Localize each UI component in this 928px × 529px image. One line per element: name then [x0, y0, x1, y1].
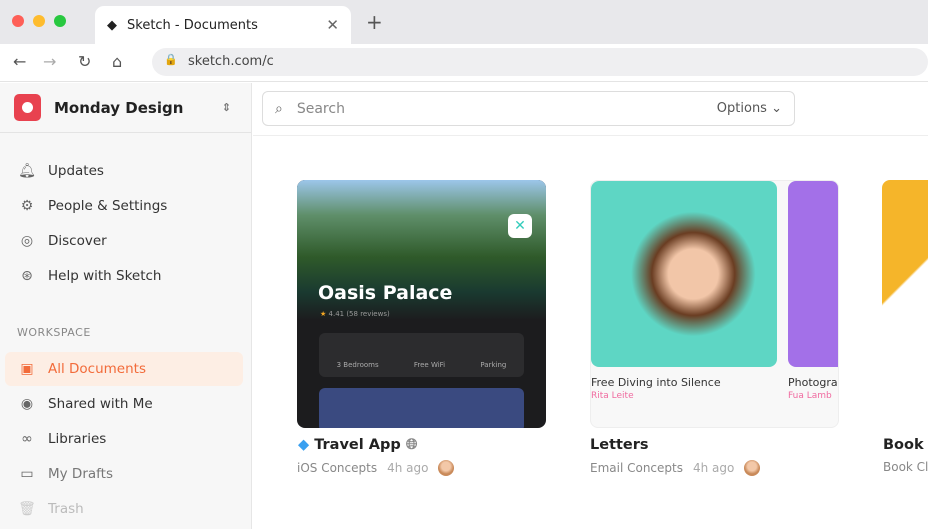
globe-icon: 🌐︎: [405, 437, 418, 453]
bell-icon: 🔔︎: [18, 163, 36, 179]
drafts-icon: ▭: [20, 466, 34, 482]
lock-icon: 🔒: [164, 53, 178, 66]
minimize-window-button[interactable]: [33, 15, 45, 27]
section-heading: WORKSPACE: [17, 326, 91, 339]
time: 4h ago: [387, 461, 429, 475]
sidebar-item-updates[interactable]: 🔔︎ Updates: [5, 154, 243, 188]
search-icon: ⌕: [275, 100, 283, 117]
url-field[interactable]: 🔒 sketch.com/c: [152, 48, 928, 76]
preview-map: [319, 388, 524, 428]
label: Trash: [48, 501, 84, 517]
divider: [253, 135, 928, 136]
browser-tab-bar: ◆ Sketch - Documents ✕ +: [0, 0, 928, 44]
user-icon: ◉: [20, 396, 34, 412]
preview-author: Fua Lamb: [788, 391, 832, 401]
label: Libraries: [48, 431, 107, 447]
project: Book Cl: [883, 460, 928, 474]
document-card-letters[interactable]: Free Diving into Silence Rita Leite Phot…: [590, 180, 839, 428]
sidebar: Monday Design ⇕ 🔔︎ Updates ⚙ People & Setti…: [0, 83, 252, 529]
sidebar-item-libraries[interactable]: ∞ Libraries: [5, 422, 243, 456]
forward-icon[interactable]: →: [43, 52, 56, 71]
new-tab-button[interactable]: +: [366, 10, 383, 34]
sketch-diamond-icon: ◆: [107, 17, 117, 33]
preview-heading: Oasis Palace: [318, 282, 453, 304]
document-card-travel-app[interactable]: ✕ Oasis Palace ★ 4.41 (58 reviews) 3 Bed…: [297, 180, 546, 428]
preview-caption: Free Diving into Silence: [591, 376, 721, 389]
document-card-book[interactable]: [882, 180, 928, 428]
sketch-diamond-icon: ◆: [298, 437, 310, 453]
home-icon[interactable]: ⌂: [112, 52, 122, 71]
search-input[interactable]: ⌕ Search Options ⌄: [262, 91, 795, 126]
compass-icon: ◎: [20, 233, 34, 249]
lifebuoy-icon: ⊛: [21, 268, 33, 284]
preview-image: [591, 181, 777, 367]
browser-tab[interactable]: ◆ Sketch - Documents ✕: [95, 6, 351, 44]
document-title[interactable]: Letters: [590, 437, 649, 453]
feature: Free WiFi: [413, 361, 446, 369]
tab-title: Sketch - Documents: [127, 17, 258, 33]
time: 4h ago: [693, 461, 735, 475]
project: Email Concepts: [590, 461, 683, 475]
sidebar-item-help[interactable]: ⊛ Help with Sketch: [5, 259, 243, 293]
preview-author: Rita Leite: [591, 391, 634, 401]
project: iOS Concepts: [297, 461, 378, 475]
org-logo: [14, 94, 41, 121]
document-title[interactable]: ◆ Travel App 🌐︎: [298, 437, 417, 453]
sidebar-item-all-documents[interactable]: ▣ All Documents: [5, 352, 243, 386]
title-text: Travel App: [314, 437, 401, 453]
preview-image: [788, 181, 838, 367]
close-window-button[interactable]: [12, 15, 24, 27]
documents-icon: ▣: [20, 361, 34, 377]
avatar: [438, 460, 455, 476]
label: People & Settings: [48, 198, 168, 214]
org-switcher[interactable]: Monday Design ⇕: [0, 83, 251, 133]
options-label: Options: [716, 101, 767, 116]
search-placeholder: Search: [296, 100, 345, 117]
feature: Parking: [480, 361, 507, 369]
chevron-updown-icon: ⇕: [221, 101, 231, 114]
avatar: [744, 460, 761, 476]
preview-caption: Photogra: [788, 376, 838, 389]
reload-icon[interactable]: ↻: [78, 52, 91, 71]
sidebar-item-people-settings[interactable]: ⚙ People & Settings: [5, 189, 243, 223]
star-icon: ★: [320, 310, 327, 318]
sidebar-item-drafts[interactable]: ▭ My Drafts: [5, 457, 243, 491]
gear-icon: ⚙: [20, 198, 34, 214]
back-icon[interactable]: ←: [13, 52, 26, 71]
org-name: Monday Design: [54, 98, 184, 117]
document-meta: Book Cl: [883, 460, 928, 474]
label: Shared with Me: [48, 396, 153, 412]
document-meta: iOS Concepts 4h ago: [297, 460, 455, 476]
feature: 3 Bedrooms: [336, 361, 379, 369]
close-tab-icon[interactable]: ✕: [326, 16, 339, 34]
close-icon: ✕: [508, 214, 532, 238]
preview-rating: 4.41 (58 reviews): [328, 310, 390, 318]
sidebar-item-trash[interactable]: 🗑︎ Trash: [5, 492, 243, 526]
label: Help with Sketch: [48, 268, 162, 284]
document-meta: Email Concepts 4h ago: [590, 460, 761, 476]
label: Updates: [48, 163, 104, 179]
maximize-window-button[interactable]: [54, 15, 66, 27]
label: My Drafts: [48, 466, 113, 482]
options-dropdown[interactable]: Options ⌄: [717, 101, 782, 116]
trash-icon: 🗑︎: [18, 501, 36, 517]
libraries-icon: ∞: [21, 431, 33, 447]
preview-features: 3 Bedrooms Free WiFi Parking: [319, 333, 524, 377]
label: Discover: [48, 233, 107, 249]
url-text: sketch.com/c: [188, 54, 274, 69]
sidebar-item-discover[interactable]: ◎ Discover: [5, 224, 243, 258]
document-title[interactable]: Book C: [883, 437, 928, 453]
sidebar-item-shared[interactable]: ◉ Shared with Me: [5, 387, 243, 421]
label: All Documents: [48, 361, 147, 377]
